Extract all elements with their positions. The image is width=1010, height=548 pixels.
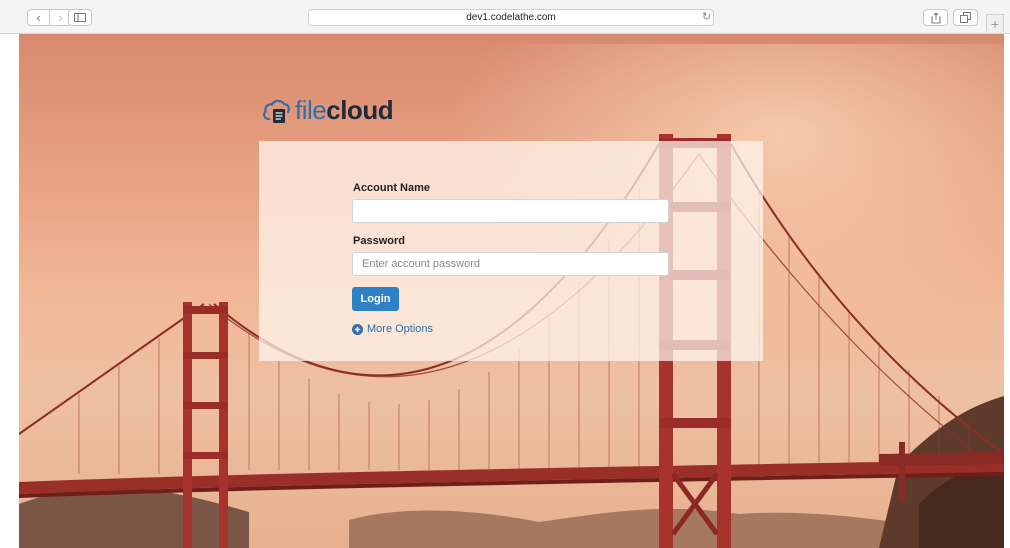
more-options-label: More Options [367,323,434,335]
back-button[interactable]: ‹ [27,9,50,26]
browser-toolbar: ‹ › dev1.codelathe.com ↻ + [0,0,1010,34]
page-right-margin [1004,34,1010,548]
sidebar-toggle-button[interactable] [68,9,92,26]
reload-icon[interactable]: ↻ [702,10,711,23]
share-icon [931,11,940,23]
share-button[interactable] [923,9,948,26]
tabs-overview-button[interactable] [953,9,978,26]
logo-cloud-text: cloud [326,95,394,125]
filecloud-logo: filecloud [261,95,394,125]
more-options-link[interactable]: More Options [352,323,433,335]
page-left-margin [0,34,19,548]
account-name-label: Account Name [353,182,431,194]
login-card: Account Name Password Login More Options [259,141,763,361]
plus-circle-icon [352,323,363,335]
chevron-left-icon: ‹ [36,10,41,25]
new-tab-button[interactable]: + [986,14,1004,32]
logo-wordmark: filecloud [295,95,394,125]
tabs-overview-icon [960,12,971,23]
account-name-input[interactable] [352,199,669,223]
sidebar-icon [74,13,86,22]
logo-file-text: file [295,95,327,125]
password-label: Password [353,235,405,247]
address-bar[interactable]: dev1.codelathe.com [308,9,714,26]
login-button[interactable]: Login [352,287,399,311]
password-input[interactable] [352,252,669,276]
url-text: dev1.codelathe.com [466,12,556,23]
chevron-right-icon: › [58,10,63,25]
page-background: filecloud Account Name Password Login Mo… [0,34,1010,548]
plus-icon: + [990,15,1000,32]
cloud-document-icon [263,99,290,123]
